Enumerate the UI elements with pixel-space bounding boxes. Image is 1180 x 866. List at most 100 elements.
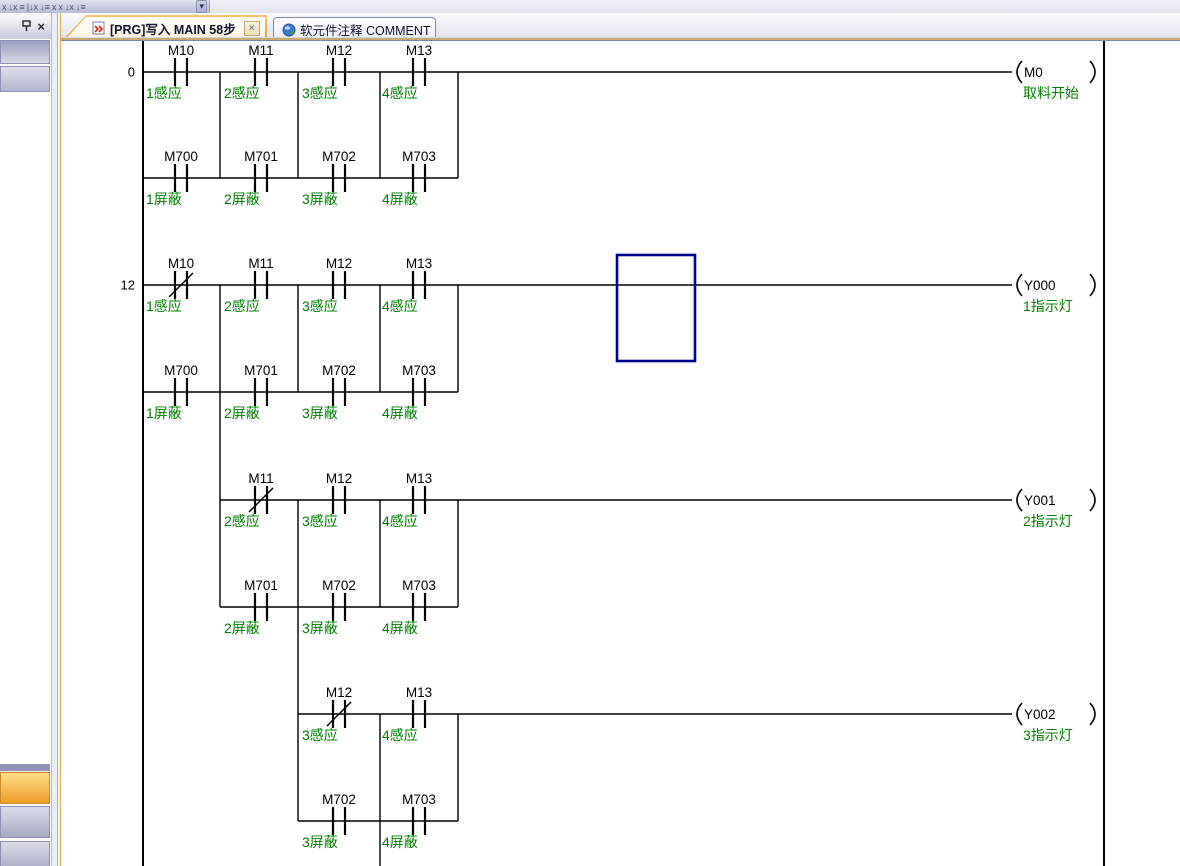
device-name: M11	[248, 471, 273, 486]
device-name: M700	[164, 363, 198, 378]
coil-paren-left	[1017, 274, 1022, 296]
device-comment: 2屏蔽	[224, 620, 260, 636]
program-doc-icon	[92, 21, 106, 35]
device-comment: 4感应	[382, 513, 418, 529]
ladder-editor[interactable]: 0 M0 取料开始 M10 1感应 M11 2感应 M12 3感应 M13 4感应 M700 1屏蔽 M7…	[61, 41, 1180, 866]
close-icon[interactable]: ×	[37, 20, 45, 33]
device-comment: 2屏蔽	[224, 405, 260, 421]
tabbar-underline	[61, 37, 1180, 41]
dock-collapsed-item-2[interactable]	[0, 66, 50, 92]
device-name: M702	[322, 578, 356, 593]
device-name: M13	[406, 685, 432, 700]
coil-paren-right	[1090, 274, 1095, 296]
coil-paren-right	[1090, 61, 1095, 83]
toolbar-icon[interactable]: ↓≡	[76, 2, 86, 13]
device-name: M700	[164, 149, 198, 164]
device-name: M12	[326, 43, 352, 58]
dock-nav-item-2[interactable]	[0, 806, 50, 838]
device-name: M701	[244, 578, 278, 593]
tab-close-button[interactable]: ×	[244, 21, 260, 36]
device-name: M11	[248, 43, 273, 58]
device-name: M702	[322, 792, 356, 807]
device-comment: 1感应	[146, 298, 182, 314]
device-comment: 4感应	[382, 298, 418, 314]
toolbar-icon[interactable]: |↓x	[27, 2, 38, 13]
device-name: M702	[322, 149, 356, 164]
toolbar-icon[interactable]: x	[58, 2, 63, 13]
device-name: M703	[402, 578, 436, 593]
dock-stack-divider	[0, 764, 50, 771]
left-dock-panel: ×	[0, 13, 52, 866]
device-comment: 4屏蔽	[382, 191, 418, 207]
device-comment: 2感应	[224, 85, 260, 101]
coil-paren-left	[1017, 703, 1022, 725]
pin-icon[interactable]	[22, 20, 31, 32]
device-name: M701	[244, 149, 278, 164]
coil-paren-right	[1090, 703, 1095, 725]
device-comment: 3屏蔽	[302, 191, 338, 207]
coil-Y002[interactable]: Y002 3指示灯	[1017, 703, 1095, 743]
toolbar-strip: x↓x≡|↓x↓≡xx↓x↓≡▾	[0, 0, 1180, 13]
device-name: M12	[326, 256, 352, 271]
dock-nav-item-3[interactable]	[0, 841, 50, 866]
coil-comment: 3指示灯	[1023, 727, 1073, 743]
toolbar-icon[interactable]: x	[52, 2, 57, 13]
ladder-diagram: 0 M0 取料开始 M10 1感应 M11 2感应 M12 3感应 M13 4感应 M700 1屏蔽 M7…	[61, 41, 1180, 866]
toolbar-icon[interactable]: ≡	[20, 2, 25, 13]
device-comment: 2感应	[224, 298, 260, 314]
ladder-symbol-toolbar: x↓x≡|↓x↓≡xx↓x↓≡▾	[0, 0, 210, 13]
coil-comment: 2指示灯	[1023, 513, 1073, 529]
ladder-cursor[interactable]	[617, 255, 695, 361]
coil-comment: 取料开始	[1023, 85, 1079, 101]
device-comment: 3屏蔽	[302, 405, 338, 421]
dock-panel-header: ×	[0, 13, 51, 39]
document-tabbar: [PRG]写入 MAIN 58步 × 软元件注释 COMMENT	[61, 13, 1180, 41]
coil-device-name: Y002	[1024, 707, 1056, 722]
dock-collapsed-item-1[interactable]	[0, 40, 50, 64]
device-comment: 4屏蔽	[382, 620, 418, 636]
toolbar-icon[interactable]: ↓x	[65, 2, 74, 13]
coil-paren-right	[1090, 489, 1095, 511]
step-number: 12	[121, 278, 135, 293]
coil-device-name: Y000	[1024, 278, 1056, 293]
device-name: M13	[406, 43, 432, 58]
device-name: M11	[248, 256, 273, 271]
coil-device-name: Y001	[1024, 493, 1056, 508]
device-comment: 4屏蔽	[382, 834, 418, 850]
coil-M0[interactable]: M0 取料开始	[1017, 61, 1095, 101]
device-comment: 3屏蔽	[302, 620, 338, 636]
device-name: M701	[244, 363, 278, 378]
toolbar-icon[interactable]: ↓x	[9, 2, 18, 13]
device-comment: 3感应	[302, 85, 338, 101]
device-comment: 4屏蔽	[382, 405, 418, 421]
device-name: M10	[168, 43, 194, 58]
device-name: M702	[322, 363, 356, 378]
device-name: M13	[406, 471, 432, 486]
step-number: 0	[128, 65, 135, 80]
toolbar-overflow-button[interactable]: ▾	[196, 0, 207, 13]
coil-paren-left	[1017, 61, 1022, 83]
device-comment: 3屏蔽	[302, 834, 338, 850]
toolbar-icon[interactable]: ↓≡	[40, 2, 50, 13]
coil-Y000[interactable]: Y0001指示灯	[1017, 274, 1095, 314]
coil-paren-left	[1017, 489, 1022, 511]
device-comment: 2感应	[224, 513, 260, 529]
device-name: M10	[168, 256, 194, 271]
device-name: M703	[402, 149, 436, 164]
tab-label: [PRG]写入 MAIN 58步	[110, 19, 236, 38]
device-comment: 3感应	[302, 727, 338, 743]
device-name: M12	[326, 471, 352, 486]
document-area: [PRG]写入 MAIN 58步 × 软元件注释 COMMENT 0 M0 取料开始…	[61, 13, 1180, 866]
dock-separator[interactable]	[52, 13, 61, 866]
device-comment: 3感应	[302, 513, 338, 529]
device-comment: 1屏蔽	[146, 191, 182, 207]
device-name: M703	[402, 792, 436, 807]
device-comment: 1屏蔽	[146, 405, 182, 421]
coil-Y001[interactable]: Y001 2指示灯	[1017, 489, 1095, 529]
dock-nav-item-selected[interactable]	[0, 772, 50, 804]
device-comment: 2屏蔽	[224, 191, 260, 207]
coil-device-name: M0	[1024, 65, 1043, 80]
toolbar-icon[interactable]: x	[2, 2, 7, 13]
device-name: M703	[402, 363, 436, 378]
device-name: M13	[406, 256, 432, 271]
